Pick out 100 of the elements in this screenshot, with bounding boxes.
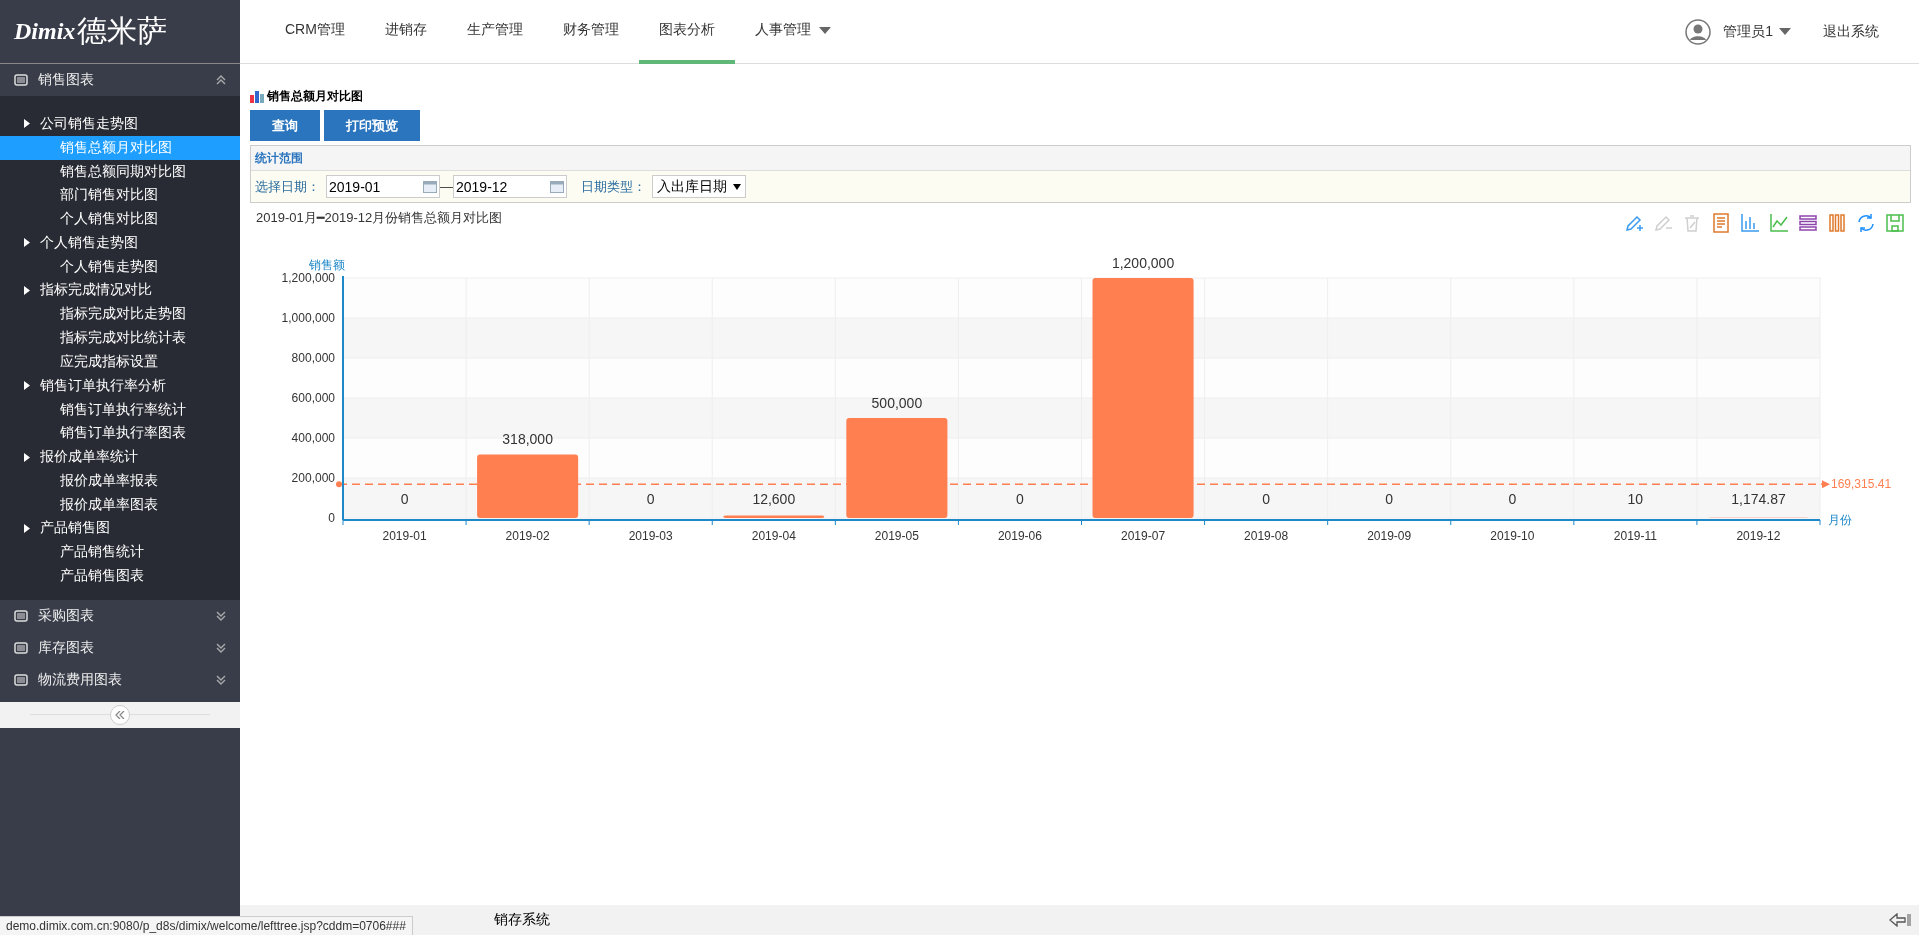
x-tick-label: 2019-03 xyxy=(628,529,673,543)
value-label: 318,000 xyxy=(502,431,553,448)
y-tick-label: 800,000 xyxy=(291,351,335,365)
tree-item[interactable]: 个人销售走势图 xyxy=(0,254,240,279)
nav-tab[interactable]: 图表分析 xyxy=(638,0,735,64)
x-tick-label: 2019-09 xyxy=(1367,529,1412,543)
tree-item[interactable]: 报价成单率图表 xyxy=(0,492,240,517)
arrow-icon[interactable] xyxy=(1889,913,1911,927)
tree-group[interactable]: 公司销售走势图 xyxy=(0,112,240,136)
logo-wordmark: Dimix xyxy=(14,18,76,45)
tree-item[interactable]: 销售订单执行率统计 xyxy=(0,397,240,422)
value-label: 10 xyxy=(1627,491,1644,507)
tree-item[interactable]: 指标完成对比走势图 xyxy=(0,302,240,327)
value-label: 0 xyxy=(1016,491,1024,507)
tree-item[interactable]: 指标完成对比统计表 xyxy=(0,326,240,350)
nav-tab[interactable]: 财务管理 xyxy=(542,0,639,64)
avatar-icon xyxy=(1685,18,1712,45)
caret-icon xyxy=(818,26,831,34)
triangle-icon xyxy=(24,285,30,295)
triangle-icon xyxy=(24,452,30,462)
average-label: 169,315.41 xyxy=(1831,477,1892,492)
value-label: 0 xyxy=(646,491,655,507)
section-icon xyxy=(14,641,28,654)
tree-group[interactable]: 报价成单率统计 xyxy=(0,445,240,469)
tree-item[interactable]: 产品销售统计 xyxy=(0,540,240,565)
x-tick-label: 2019-06 xyxy=(997,529,1042,543)
double-chevron-icon xyxy=(115,710,125,719)
field-label: 日期类型： xyxy=(581,177,646,196)
section-icon xyxy=(14,74,28,86)
value-label: 1,174.87 xyxy=(1731,491,1786,507)
document-icon[interactable] xyxy=(1711,213,1731,233)
tree-item[interactable]: 销售总额同期对比图 xyxy=(0,159,240,184)
pencil-plus-icon[interactable] xyxy=(1624,213,1644,233)
calendar-icon xyxy=(550,180,564,193)
date-field[interactable]: 2019-12 xyxy=(453,175,567,198)
y-tick-label: 600,000 xyxy=(291,391,335,405)
tree-group[interactable]: 个人销售走势图 xyxy=(0,231,240,255)
x-tick-label: 2019-11 xyxy=(1613,529,1657,543)
y-tick-label: 400,000 xyxy=(291,431,335,445)
nav-tab[interactable]: 进销存 xyxy=(364,0,447,64)
user-menu[interactable]: 管理员1 xyxy=(1723,22,1791,41)
nav-tab[interactable]: 人事管理 xyxy=(734,0,851,64)
stacked-bars-icon[interactable] xyxy=(1798,213,1818,233)
value-label: 12,600 xyxy=(752,491,796,507)
chart-title: 2019-01月━2019-12月份销售总额月对比图 xyxy=(255,209,503,227)
x-tick-label: 2019-04 xyxy=(751,529,796,543)
tree-item[interactable]: 销售订单执行率图表 xyxy=(0,421,240,446)
tree-item[interactable]: 部门销售对比图 xyxy=(0,183,240,208)
value-label: 0 xyxy=(1508,491,1517,507)
bar-chart-icon[interactable] xyxy=(1740,213,1760,233)
triangle-icon xyxy=(24,238,30,248)
status-url: demo.dimix.com.cn:9080/p_d8s/dimix/welcome/lefttree.jsp?cddm=0706### xyxy=(0,916,413,935)
y-tick-label: 1,000,000 xyxy=(281,311,335,325)
tree-group[interactable]: 指标完成情况对比 xyxy=(0,278,240,303)
caret-icon xyxy=(733,183,741,190)
action-button[interactable]: 打印预览 xyxy=(324,110,420,141)
range-separator: — xyxy=(440,179,453,194)
date-field[interactable]: 2019-01 xyxy=(326,175,440,198)
section-icon xyxy=(14,609,28,622)
triangle-icon xyxy=(24,119,30,129)
collapse-button[interactable] xyxy=(110,704,130,725)
value-label: 0 xyxy=(400,491,409,507)
y-tick-label: 200,000 xyxy=(291,471,335,485)
caret-icon xyxy=(1779,28,1791,35)
footer-text: 销存系统 xyxy=(494,911,550,929)
date-type-select[interactable]: 入出库日期 xyxy=(652,175,746,198)
x-tick-label: 2019-07 xyxy=(1121,529,1166,543)
tree-item[interactable]: 应完成指标设置 xyxy=(0,349,240,374)
nav-tab[interactable]: CRM管理 xyxy=(265,0,365,64)
bar-chart-icon xyxy=(250,90,264,103)
section-icon xyxy=(14,673,28,686)
y-tick-label: 0 xyxy=(328,511,335,525)
x-tick-label: 2019-01 xyxy=(382,529,427,543)
value-label: 1,200,000 xyxy=(1111,255,1175,271)
tree-item[interactable]: 报价成单率报表 xyxy=(0,468,240,493)
action-button[interactable]: 查询 xyxy=(250,110,320,141)
x-tick-label: 2019-10 xyxy=(1490,529,1535,543)
refresh-icon[interactable] xyxy=(1856,213,1876,233)
value-label: 500,000 xyxy=(871,395,923,411)
nav-tab[interactable]: 生产管理 xyxy=(446,0,543,64)
value-label: 0 xyxy=(1385,491,1394,507)
logout-link[interactable]: 退出系统 xyxy=(1823,22,1879,41)
tree-group[interactable]: 产品销售图 xyxy=(0,516,240,541)
page-title: 销售总额月对比图 xyxy=(267,88,363,105)
x-tick-label: 2019-05 xyxy=(874,529,919,543)
save-icon[interactable] xyxy=(1885,213,1905,233)
triangle-icon xyxy=(24,523,30,533)
tree-item[interactable]: 产品销售图表 xyxy=(0,564,240,588)
calendar-icon xyxy=(423,180,437,193)
value-label: 0 xyxy=(1262,491,1270,507)
triangle-icon xyxy=(24,381,30,391)
x-tick-label: 2019-08 xyxy=(1244,529,1289,543)
columns-icon[interactable] xyxy=(1827,213,1847,233)
tree-item[interactable]: 个人销售对比图 xyxy=(0,207,240,231)
x-axis-title: 月份 xyxy=(1828,513,1852,527)
tree-group[interactable]: 销售订单执行率分析 xyxy=(0,373,240,398)
line-chart-icon[interactable] xyxy=(1769,213,1789,233)
x-tick-label: 2019-02 xyxy=(505,529,550,543)
y-tick-label: 1,200,000 xyxy=(281,271,335,285)
panel-title: 统计范围 xyxy=(251,146,1910,171)
